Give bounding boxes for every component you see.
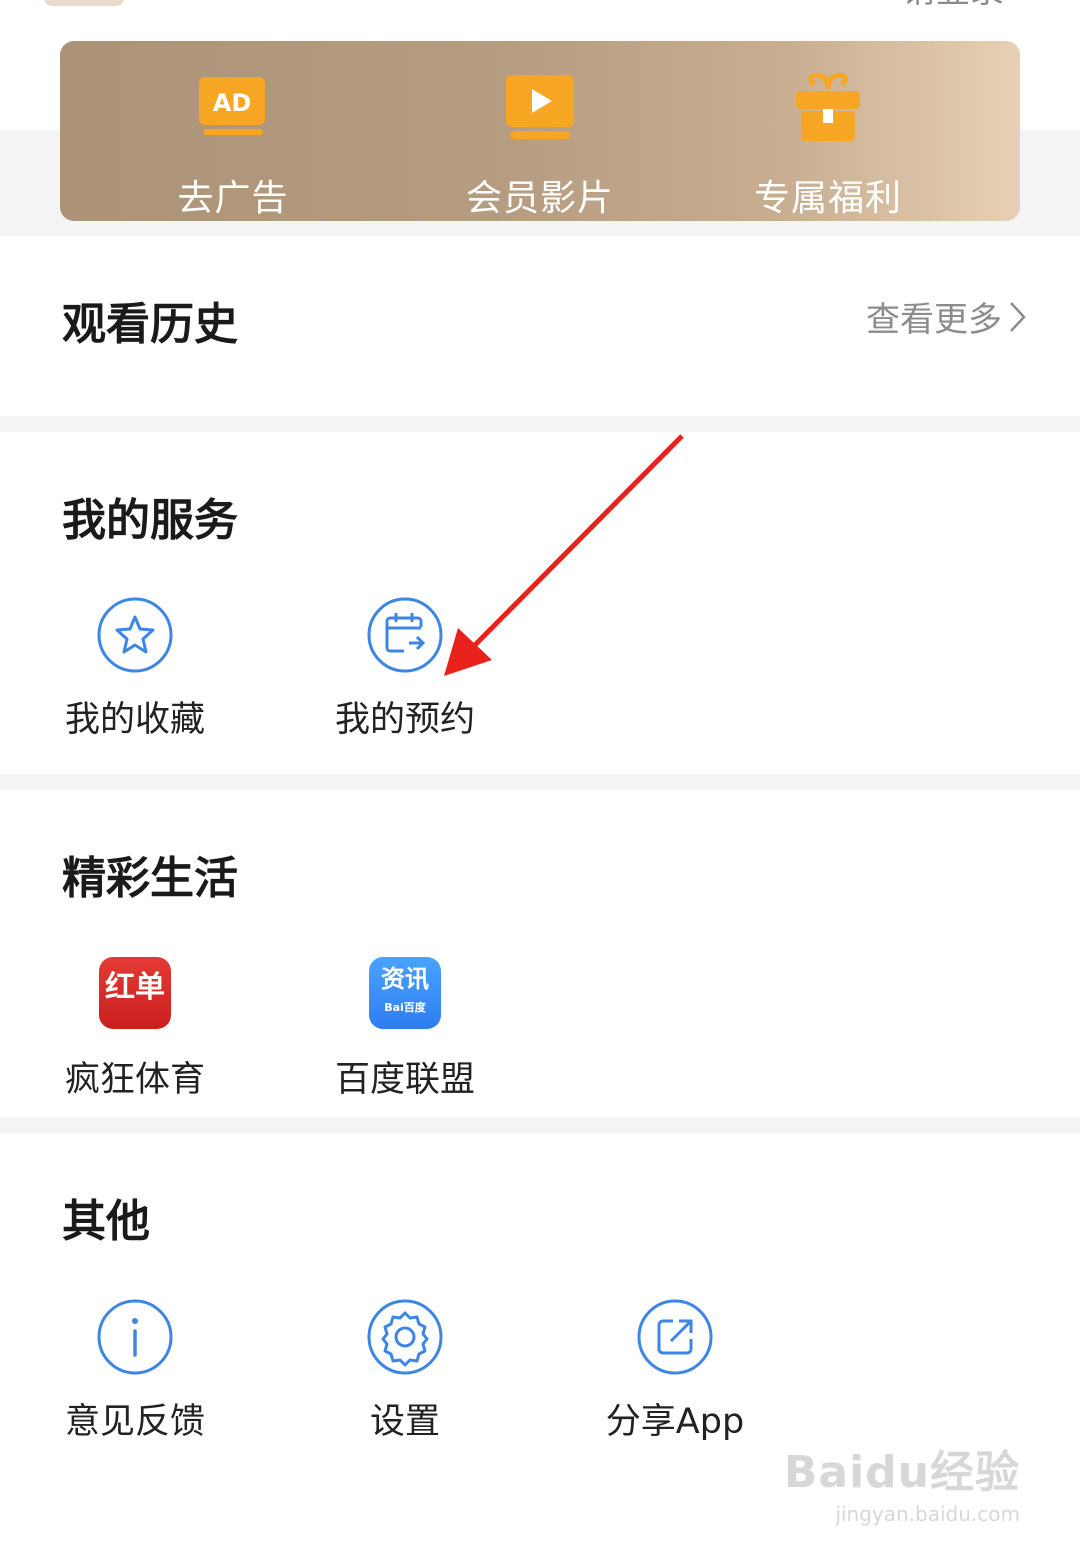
baidu-jingyan-watermark: Baidu经验 jingyan.baidu.com xyxy=(784,1436,1020,1526)
other-item-label: 意见反馈 xyxy=(64,1402,205,1442)
share-icon xyxy=(637,1299,713,1375)
hongdan-app-icon: 红单 xyxy=(99,957,171,1029)
vip-item-label: 专属福利 xyxy=(753,178,902,219)
vip-item-label: 去广告 xyxy=(177,178,289,219)
see-more-link[interactable]: 查看更多 xyxy=(866,292,1028,341)
gift-icon xyxy=(796,73,860,141)
section-divider xyxy=(0,774,1080,790)
other-item-share-app[interactable]: 分享App xyxy=(575,1299,775,1444)
other-item-label: 设置 xyxy=(369,1402,440,1442)
other-item-settings[interactable]: 设置 xyxy=(305,1299,505,1444)
vip-item-remove-ads[interactable]: AD 去广告 xyxy=(113,41,353,221)
other-item-label: 分享App xyxy=(605,1402,745,1442)
vip-item-member-films[interactable]: 会员影片 xyxy=(420,41,660,221)
watermark-sub: jingyan.baidu.com xyxy=(835,1502,1020,1526)
service-item-label: 我的收藏 xyxy=(64,700,205,740)
see-more-label: 查看更多 xyxy=(866,300,1002,340)
star-icon xyxy=(97,597,173,673)
service-item-label: 我的预约 xyxy=(334,700,475,740)
avatar[interactable] xyxy=(44,0,124,6)
life-item-baidu-union[interactable]: 资讯 Bai百度 百度联盟 xyxy=(305,957,505,1102)
section-title-other: 其他 xyxy=(62,1196,150,1247)
watermark-main: Baidu经验 xyxy=(783,1447,1020,1498)
life-item-label: 疯狂体育 xyxy=(64,1060,205,1100)
settings-gear-icon xyxy=(367,1299,443,1375)
info-icon xyxy=(97,1299,173,1375)
other-item-feedback[interactable]: 意见反馈 xyxy=(35,1299,235,1444)
chevron-right-icon xyxy=(1010,301,1026,332)
baidu-news-app-icon: 资讯 Bai百度 xyxy=(369,957,441,1029)
svg-text:AD: AD xyxy=(213,89,252,117)
life-item-label: 百度联盟 xyxy=(334,1060,475,1100)
section-title-history: 观看历史 xyxy=(62,299,238,350)
play-screen-icon xyxy=(506,75,574,139)
vip-benefits-banner: AD 去广告 会员影片 专属福利 xyxy=(60,41,1020,221)
life-item-crazy-sports[interactable]: 红单 疯狂体育 xyxy=(35,957,235,1102)
section-title-services: 我的服务 xyxy=(62,495,238,546)
login-link[interactable]: 请登录 xyxy=(902,0,1004,8)
vip-item-exclusive-benefits[interactable]: 专属福利 xyxy=(708,41,948,221)
calendar-icon xyxy=(367,597,443,673)
service-item-reservations[interactable]: 我的预约 xyxy=(305,597,505,742)
section-title-life: 精彩生活 xyxy=(62,853,238,904)
section-divider xyxy=(0,1117,1080,1133)
section-divider xyxy=(0,416,1080,432)
ad-icon: AD xyxy=(199,77,265,135)
vip-item-label: 会员影片 xyxy=(465,178,614,219)
service-item-favorites[interactable]: 我的收藏 xyxy=(35,597,235,742)
